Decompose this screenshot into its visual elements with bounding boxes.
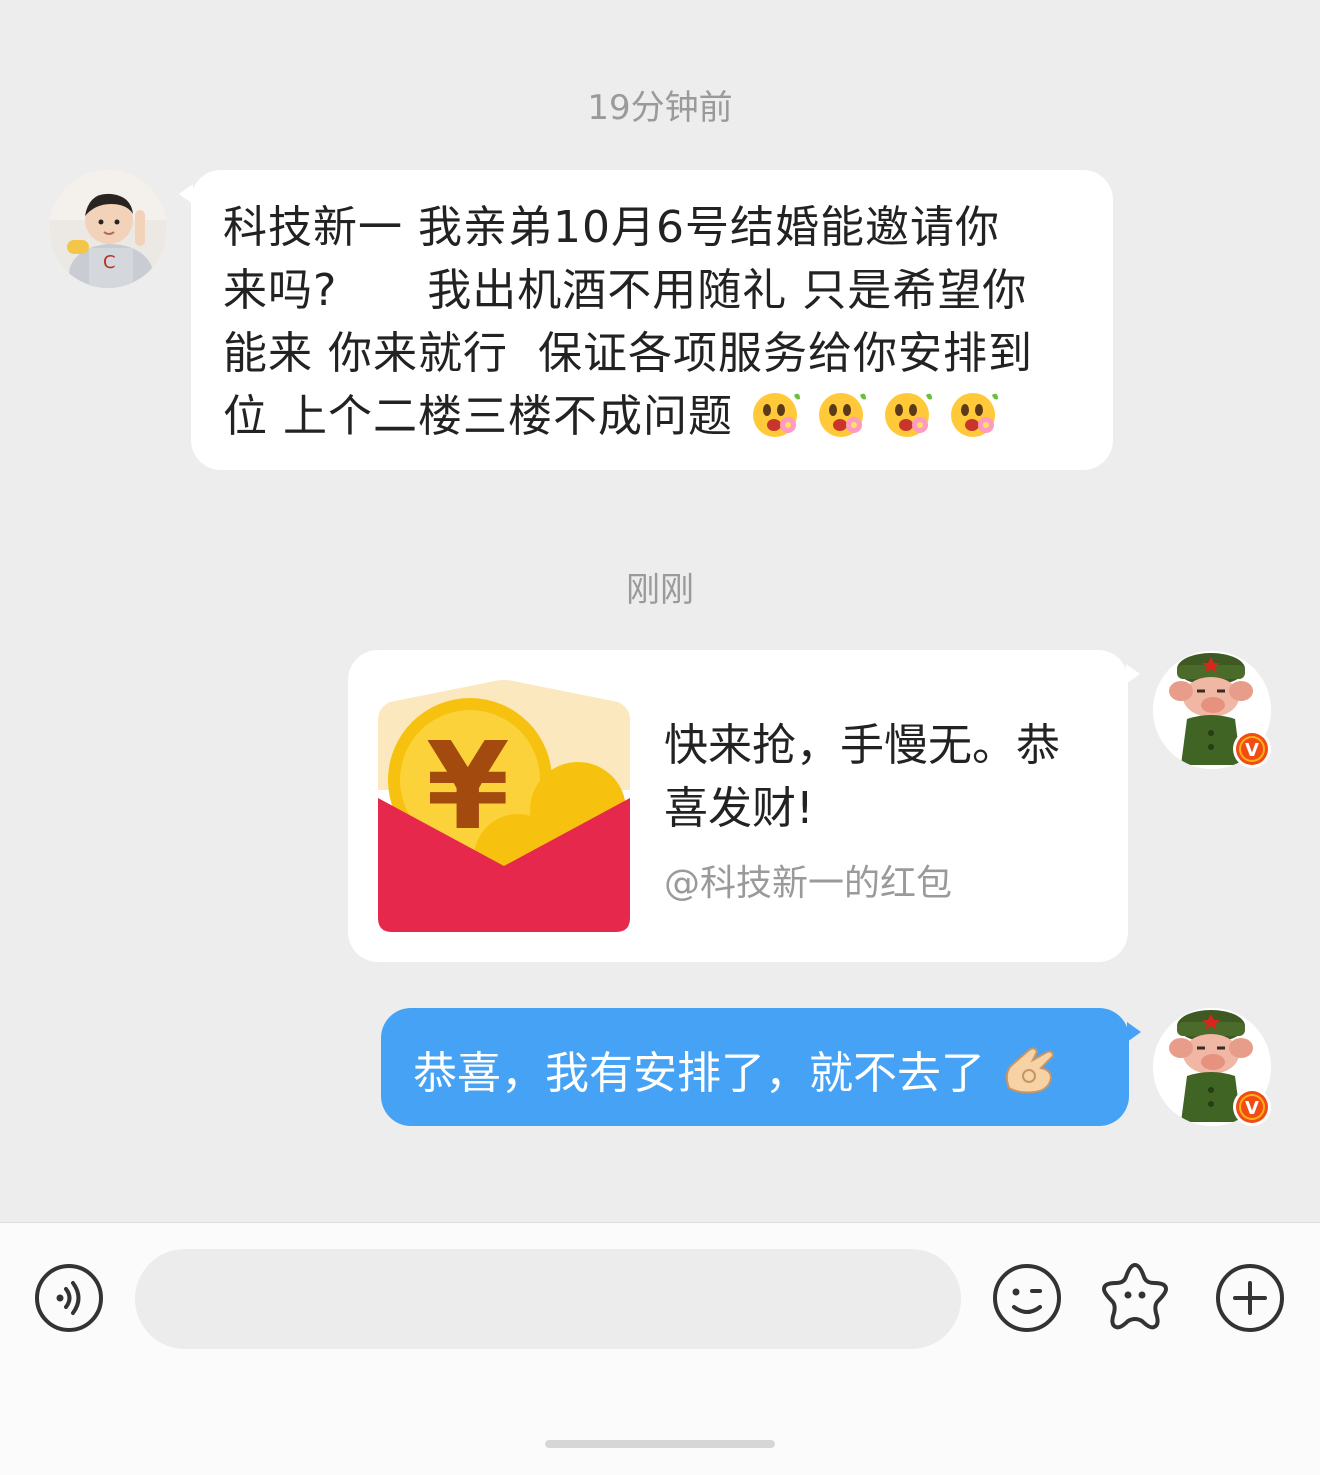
svg-text:C: C: [103, 252, 116, 273]
message-input[interactable]: [135, 1249, 961, 1349]
message-line: 能来 你来就行 保证各项服务给你安排到: [223, 328, 1033, 379]
chat-area: 19分钟前 C 科技新一 我亲弟10月6号结婚能邀请你 来吗? 我出机酒不用随礼…: [0, 0, 1320, 1222]
contact-avatar[interactable]: C: [49, 170, 167, 288]
message-line: 位 上个二楼三楼不成问题: [223, 391, 733, 442]
verified-badge-letter: V: [1245, 740, 1259, 761]
smiley-icon[interactable]: [992, 1263, 1062, 1333]
verified-badge-icon: V: [1233, 730, 1271, 768]
flower-face-emoji-icon: [951, 393, 998, 437]
home-indicator[interactable]: [545, 1440, 775, 1448]
plus-icon[interactable]: [1215, 1263, 1285, 1333]
flower-face-emoji-icon: [885, 393, 932, 437]
outgoing-message-bubble[interactable]: 恭喜，我有安排了，就不去了: [381, 1008, 1141, 1126]
flower-face-emoji-icon: [753, 393, 800, 437]
message-line: 科技新一 我亲弟10月6号结婚能邀请你: [223, 202, 1000, 253]
incoming-message-bubble[interactable]: 科技新一 我亲弟10月6号结婚能邀请你 来吗? 我出机酒不用随礼 只是希望你 能…: [179, 170, 1113, 470]
timestamp: 刚刚: [626, 570, 694, 610]
verified-badge-letter: V: [1245, 1098, 1259, 1119]
timestamp: 19分钟前: [587, 88, 733, 128]
incoming-message-text: 科技新一 我亲弟10月6号结婚能邀请你 来吗? 我出机酒不用随礼 只是希望你 能…: [223, 196, 1093, 448]
red-packet-icon: ¥: [378, 680, 630, 932]
input-bar: [0, 1222, 1320, 1475]
verified-badge-icon: V: [1233, 1088, 1271, 1126]
flower-face-emoji-icon: [819, 393, 866, 437]
red-packet-source: @科技新一的红包: [664, 863, 953, 904]
voice-icon[interactable]: [34, 1263, 104, 1333]
outgoing-message-text: 恭喜，我有安排了，就不去了: [413, 1048, 985, 1099]
message-line: 来吗? 我出机酒不用随礼 只是希望你: [223, 265, 1028, 316]
ok-hand-emoji-icon: [1005, 1047, 1055, 1094]
red-packet-title: 快来抢，手慢无。恭: [664, 720, 1060, 771]
star-face-icon[interactable]: [1100, 1261, 1170, 1331]
red-packet-title: 喜发财!: [664, 783, 814, 834]
red-packet-bubble[interactable]: ¥ 快来抢，手慢无。恭 喜发财! @科技新一的红包: [348, 650, 1140, 962]
